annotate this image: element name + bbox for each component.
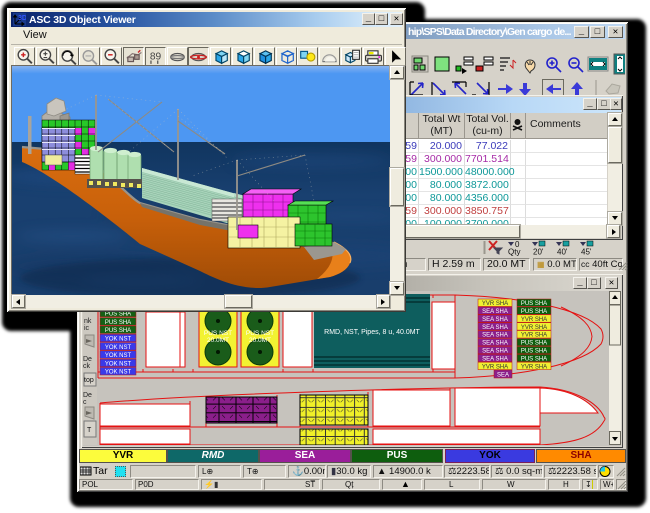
svg-text:45': 45' xyxy=(581,248,592,257)
svg-text:SEA SHA: SEA SHA xyxy=(482,356,508,362)
svg-text:YOK NST: YOK NST xyxy=(105,370,132,376)
svg-text:YVR SHA: YVR SHA xyxy=(521,317,547,323)
svg-text:SEA SHA: SEA SHA xyxy=(482,317,508,323)
svg-text:PUS NST: PUS NST xyxy=(204,330,232,337)
svg-text:SEA SHA: SEA SHA xyxy=(482,349,508,355)
svg-text:ic: ic xyxy=(84,325,90,332)
svg-text:YVR SHA: YVR SHA xyxy=(521,364,547,370)
svg-text:YOK NST: YOK NST xyxy=(105,361,132,367)
svg-text:PUS SHA: PUS SHA xyxy=(105,312,131,318)
svg-text:SEA SHA: SEA SHA xyxy=(482,341,508,347)
svg-text:SEA: SEA xyxy=(497,373,509,379)
svg-text:De: De xyxy=(83,356,92,363)
svg-text:PUS SHA: PUS SHA xyxy=(521,356,547,362)
svg-text:20.0MT: 20.0MT xyxy=(207,337,229,344)
svg-text:PUS SHA: PUS SHA xyxy=(105,320,131,326)
svg-text:YOK NST: YOK NST xyxy=(105,337,132,343)
svg-text:YVR SHA: YVR SHA xyxy=(521,333,547,339)
svg-text:c: c xyxy=(83,399,87,406)
svg-text:3D: 3D xyxy=(18,15,26,22)
svg-text:20.0MT: 20.0MT xyxy=(249,337,271,344)
svg-text:De: De xyxy=(83,392,92,399)
svg-text:YOK NST: YOK NST xyxy=(105,345,132,351)
svg-text:SEA SHA: SEA SHA xyxy=(482,333,508,339)
svg-text:T: T xyxy=(87,427,92,434)
svg-text:top: top xyxy=(84,377,94,384)
svg-text:ck: ck xyxy=(83,363,91,370)
svg-text:PUS SHA: PUS SHA xyxy=(521,301,547,307)
svg-text:40': 40' xyxy=(557,248,568,257)
svg-text:SEA SHA: SEA SHA xyxy=(482,309,508,315)
svg-text:PUS SHA: PUS SHA xyxy=(105,328,131,334)
svg-text:Qty: Qty xyxy=(508,248,520,257)
svg-text:PUS SHA: PUS SHA xyxy=(521,309,547,315)
svg-text:YVR SHA: YVR SHA xyxy=(521,325,547,331)
svg-text:YOK NST: YOK NST xyxy=(105,353,132,359)
svg-text:PUS SHA: PUS SHA xyxy=(521,341,547,347)
svg-text:PUS SHA: PUS SHA xyxy=(521,349,547,355)
svg-text:nk: nk xyxy=(84,318,92,325)
svg-text:PUS NST: PUS NST xyxy=(246,330,274,337)
svg-text:RMD, NST, Pipes, 8 u, 40.0: RMD, NST, Pipes, 8 u, 40.0MT xyxy=(324,329,420,336)
svg-text:20': 20' xyxy=(533,248,544,257)
svg-text:YVR SHA: YVR SHA xyxy=(482,364,508,370)
svg-text:YVR SHA: YVR SHA xyxy=(482,301,508,307)
svg-text:SEA SHA: SEA SHA xyxy=(482,325,508,331)
svg-text:89: 89 xyxy=(150,51,162,62)
